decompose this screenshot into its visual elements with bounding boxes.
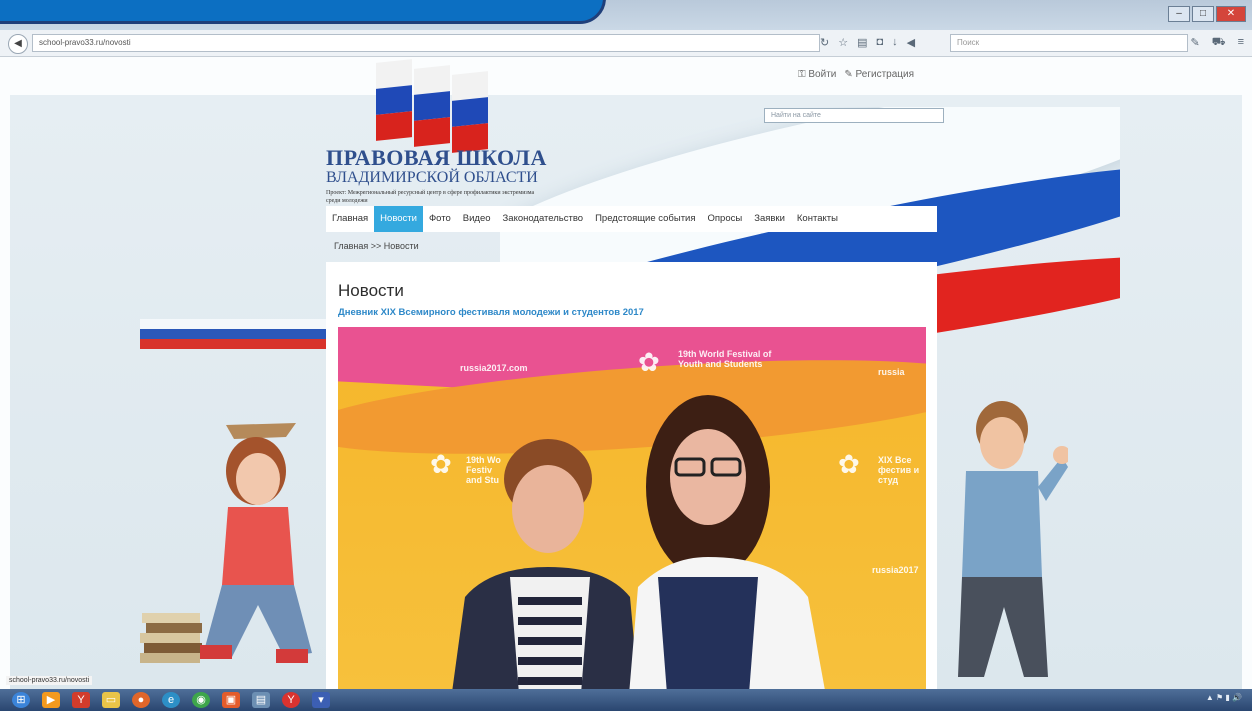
pen-icon: ✎ [844,69,856,80]
menu-item-photo[interactable]: Фото [423,206,457,232]
woman-right-figure [629,395,825,689]
overlay-banner [0,0,606,24]
window-controls: – □ ✕ [1168,6,1246,22]
register-link[interactable]: ✎ Регистрация [844,69,914,80]
address-bar[interactable]: school-pravo33.ru/novosti [32,34,820,52]
breadcrumb[interactable]: Главная >> Новости [334,241,419,251]
close-button[interactable]: ✕ [1216,6,1246,22]
girl-with-book-image [200,423,312,663]
web-page: ⚿ Войти ✎ Регистрация Найти на сайте ПРА… [0,57,1252,689]
reload-icon[interactable]: ↻ [820,36,829,49]
site-title[interactable]: ПРАВОВАЯ ШКОЛА ВЛАДИМИРСКОЙ ОБЛАСТИ Прое… [326,145,547,205]
start-button-icon[interactable]: ⊞ [12,692,30,708]
pocket-icon[interactable]: ◘ [877,36,884,49]
explorer-icon[interactable]: ▭ [102,692,120,708]
menu-item-legislation[interactable]: Законодательство [497,206,590,232]
festival-flower-icon: ✿ [638,347,660,377]
photo-right-mid-text: russia2017 [872,565,919,575]
title-line2: ВЛАДИМИРСКОЙ ОБЛАСТИ [326,169,538,186]
login-link[interactable]: ⚿ Войти [798,69,836,80]
library-icon[interactable]: ▤ [857,36,867,49]
photo-festival-ru-text: XIX Все фестив и студ [878,455,920,485]
yandex-icon[interactable]: Y [72,692,90,708]
menu-item-home[interactable]: Главная [326,206,374,232]
title-line1: ПРАВОВАЯ ШКОЛА [326,145,547,170]
flags-logo[interactable] [376,59,496,153]
media-player-icon[interactable]: ▶ [42,692,60,708]
main-menu: Главная Новости Фото Видео Законодательс… [326,206,937,232]
firefox-icon[interactable]: ● [132,692,150,708]
auth-links: ⚿ Войти ✎ Регистрация [798,69,914,80]
yandex-browser-icon[interactable]: Y [282,692,300,708]
ie-icon[interactable]: e [162,692,180,708]
content-panel: Новости Дневник XIX Всемирного фестиваля… [326,262,937,689]
menu-item-events[interactable]: Предстоящие события [589,206,701,232]
toolbar-right: ✎ ⛟ ≡ [1191,36,1244,50]
menu-item-news[interactable]: Новости [374,206,423,232]
minimize-button[interactable]: – [1168,6,1190,22]
photo-right-top-text: russia [878,367,905,377]
menu-item-polls[interactable]: Опросы [702,206,749,232]
site-subtitle: Проект: Межрегиональный ресурсный центр … [326,190,535,204]
photo-site-text: russia2017.com [460,363,528,373]
taskbar: ⊞ ▶ Y ▭ ● e ◉ ▣ ▤ Y ▾ ▲ ⚑ ▮ 🔊 [0,689,1252,711]
festival-flower-icon: ✿ [838,449,860,479]
maximize-button[interactable]: □ [1192,6,1214,22]
browser-search-input[interactable]: Поиск [950,34,1188,52]
cheering-boy-image [958,401,1068,677]
chrome-icon[interactable]: ◉ [192,692,210,708]
woman-left-figure [452,439,639,689]
photo-festival-text: 19th World Festival of Youth and Student… [678,349,772,369]
window-icon[interactable]: ▤ [252,692,270,708]
toolbar-icons: ↻ ☆ ▤ ◘ ↓ ◀ [820,36,915,49]
system-tray[interactable]: ▲ ⚑ ▮ 🔊 [1206,693,1242,702]
menu-item-applications[interactable]: Заявки [748,206,791,232]
article-link[interactable]: Дневник XIX Всемирного фестиваля молодеж… [338,307,644,318]
save-icon[interactable]: ▾ [312,692,330,708]
cart-icon[interactable]: ⛟ [1212,36,1226,50]
menu-item-video[interactable]: Видео [457,206,497,232]
site-search-input[interactable]: Найти на сайте [764,108,944,123]
menu-icon[interactable]: ≡ [1238,36,1244,50]
left-flag-decoration [140,319,330,359]
page-title: Новости [338,281,404,300]
extension-icon[interactable]: ✎ [1191,36,1200,50]
status-bar-url: school-pravo33.ru/novosti [6,676,93,685]
back-icon[interactable]: ◀ [8,34,28,54]
download-icon[interactable]: ↓ [892,36,898,49]
key-icon: ⚿ [798,69,809,80]
presentation-icon[interactable]: ▣ [222,692,240,708]
article-photo[interactable]: russia2017.com ✿ 19th World Festival of … [338,327,926,689]
menu-item-contacts[interactable]: Контакты [791,206,844,232]
send-icon[interactable]: ◀ [907,36,915,49]
bookmark-star-icon[interactable]: ☆ [838,36,848,49]
browser-toolbar: ◀ school-pravo33.ru/novosti ↻ ☆ ▤ ◘ ↓ ◀ … [0,30,1252,57]
